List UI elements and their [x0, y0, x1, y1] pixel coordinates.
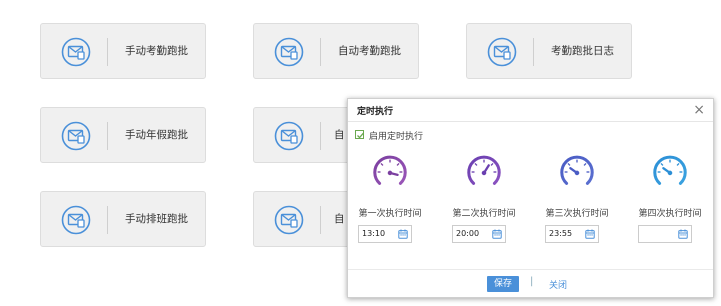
schedule-slot-1: 第一次执行时间 13:10	[352, 153, 428, 249]
scheduled-execution-dialog: 定时执行 × 启用定时执行 第一次执行时间 13:10 第二次执行时间 20:0…	[347, 98, 714, 298]
dialog-title: 定时执行	[357, 107, 394, 117]
card-manual-attendance-batch[interactable]: 手动考勤跑批	[40, 23, 206, 79]
slot-label: 第三次执行时间	[545, 209, 609, 219]
dialog-header: 定时执行 ×	[348, 99, 713, 122]
card-auto-attendance-batch[interactable]: 自动考勤跑批	[253, 23, 419, 79]
slot-label: 第四次执行时间	[638, 209, 702, 219]
card-label: 自动考勤跑批	[338, 45, 401, 57]
card-label: 手动考勤跑批	[125, 45, 188, 57]
speedometer-icon	[373, 155, 407, 185]
card-label: 手动排班跑批	[125, 213, 188, 225]
mail-icon	[487, 37, 517, 67]
schedule-slot-3: 第三次执行时间 23:55	[539, 153, 615, 249]
time-input-2[interactable]: 20:00	[452, 225, 506, 243]
mail-icon	[274, 121, 304, 151]
time-value: 20:00	[456, 229, 480, 238]
slot-label: 第二次执行时间	[452, 209, 516, 219]
schedule-slot-4: 第四次执行时间	[632, 153, 708, 249]
mail-icon	[274, 37, 304, 67]
calendar-icon[interactable]	[398, 229, 408, 239]
mail-icon	[61, 205, 91, 235]
close-icon[interactable]: ×	[693, 100, 705, 120]
footer-separator: |	[530, 276, 534, 287]
card-label: 考勤跑批日志	[551, 45, 614, 57]
time-value: 13:10	[362, 229, 386, 238]
card-label: 手动年假跑批	[125, 129, 188, 141]
time-input-3[interactable]: 23:55	[545, 225, 599, 243]
calendar-icon[interactable]	[585, 229, 595, 239]
calendar-icon[interactable]	[492, 229, 502, 239]
speedometer-icon	[560, 155, 594, 185]
mail-icon	[61, 37, 91, 67]
time-value: 23:55	[549, 229, 573, 238]
speedometer-icon	[653, 155, 687, 185]
card-divider	[320, 206, 321, 234]
card-attendance-batch-log[interactable]: 考勤跑批日志	[466, 23, 632, 79]
enable-schedule-label: 启用定时执行	[369, 132, 424, 142]
card-manual-annual-leave-batch[interactable]: 手动年假跑批	[40, 107, 206, 163]
close-button[interactable]: 关闭	[549, 278, 567, 291]
mail-icon	[61, 121, 91, 151]
mail-icon	[274, 205, 304, 235]
speedometer-icon	[467, 155, 501, 185]
dialog-footer: 保存 | 关闭	[348, 269, 713, 297]
save-button[interactable]: 保存	[487, 276, 519, 292]
card-manual-shift-batch[interactable]: 手动排班跑批	[40, 191, 206, 247]
time-input-4[interactable]	[638, 225, 692, 243]
time-input-1[interactable]: 13:10	[358, 225, 412, 243]
slot-label: 第一次执行时间	[358, 209, 422, 219]
schedule-slot-2: 第二次执行时间 20:00	[446, 153, 522, 249]
checkbox-icon[interactable]	[355, 130, 364, 139]
card-divider	[320, 122, 321, 150]
calendar-icon[interactable]	[678, 229, 688, 239]
